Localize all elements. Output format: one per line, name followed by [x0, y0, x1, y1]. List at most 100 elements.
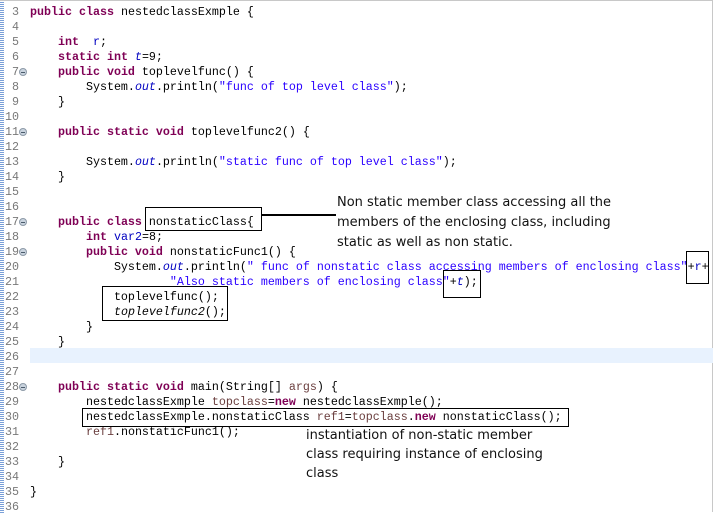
- line-number: 10: [4, 110, 19, 124]
- line-number: 15: [4, 185, 19, 199]
- code-line[interactable]: "Also static members of enclosing class"…: [30, 275, 478, 290]
- line-number: 25: [4, 335, 19, 349]
- code-line[interactable]: int var2=8;: [30, 230, 163, 245]
- code-line[interactable]: public static void main(String[] args) {: [30, 380, 338, 395]
- code-token: =: [267, 395, 275, 409]
- code-token: nestedclassExmple: [30, 395, 212, 409]
- line-number: 30: [4, 410, 19, 424]
- code-token: System.: [30, 260, 163, 274]
- code-token: .println(: [155, 155, 219, 169]
- code-token: }: [30, 95, 65, 109]
- line-number: 31: [4, 425, 19, 439]
- code-token: }: [30, 455, 65, 469]
- code-token: nestedclassExmple {: [120, 5, 254, 19]
- code-line[interactable]: static int t=9;: [30, 50, 163, 65]
- code-line[interactable]: }: [30, 335, 65, 350]
- code-line[interactable]: public class nestedclassExmple {: [30, 5, 254, 20]
- code-token: }: [30, 320, 93, 334]
- highlight-box-instantiation: [82, 408, 569, 427]
- annotation-line: static as well as non static.: [337, 235, 513, 250]
- annotation-line: Non static member class accessing all th…: [337, 195, 612, 210]
- line-number: 16: [4, 200, 19, 214]
- code-line[interactable]: System.out.println("static func of top l…: [30, 155, 457, 170]
- code-token: public static void: [57, 380, 184, 394]
- annotation-connector-line: [262, 214, 336, 216]
- line-number: 18: [4, 230, 19, 244]
- code-token: }: [30, 335, 65, 349]
- annotation-line: instantiation of non-static member: [306, 428, 533, 443]
- code-token: public class: [57, 215, 142, 229]
- line-number: 3: [11, 5, 19, 19]
- line-number: 28: [4, 380, 19, 394]
- code-token: }: [30, 170, 65, 184]
- line-number: 22: [4, 290, 19, 304]
- fold-collapse-icon[interactable]: [19, 128, 27, 136]
- code-line[interactable]: System.out.println(" func of nonstatic c…: [30, 260, 709, 275]
- code-line[interactable]: System.out.println("func of top level cl…: [30, 80, 408, 95]
- line-number: 26: [4, 350, 19, 364]
- line-number: 24: [4, 320, 19, 334]
- current-line-highlight: [30, 348, 713, 363]
- code-token: =9;: [141, 50, 163, 64]
- code-token: public static void: [57, 125, 184, 139]
- code-token: topclass: [211, 395, 268, 409]
- code-line[interactable]: public void nonstaticFunc1() {: [30, 245, 296, 260]
- fold-collapse-icon[interactable]: [19, 218, 27, 226]
- code-line[interactable]: }: [30, 485, 37, 500]
- annotation-nonstatic-access: Non static member class accessing all th…: [337, 193, 611, 253]
- code-line[interactable]: }: [30, 455, 65, 470]
- code-line[interactable]: ref1.nonstaticFunc1();: [30, 425, 240, 440]
- code-token: );: [393, 80, 408, 94]
- code-token: var2: [106, 230, 142, 244]
- code-token: );: [442, 155, 457, 169]
- code-token: public class: [30, 5, 114, 19]
- line-number: 29: [4, 395, 19, 409]
- line-number: 33: [4, 455, 19, 469]
- highlight-box-t-field: [443, 270, 481, 298]
- line-number: 4: [11, 20, 19, 34]
- code-token: out: [134, 155, 156, 169]
- code-token: =8;: [141, 230, 163, 244]
- highlight-box-r-field: [686, 251, 709, 284]
- code-line[interactable]: }: [30, 320, 93, 335]
- code-token: toplevelfunc() {: [134, 65, 254, 79]
- code-token: out: [134, 80, 156, 94]
- code-line[interactable]: public static void toplevelfunc2() {: [30, 125, 310, 140]
- line-number: 7: [11, 65, 19, 79]
- line-number: 12: [4, 140, 19, 154]
- line-number: 9: [11, 95, 19, 109]
- code-token: }: [30, 485, 37, 499]
- highlight-box-outer-method-calls: [102, 286, 228, 321]
- line-number: 17: [4, 215, 19, 229]
- code-token: toplevelfunc2() {: [183, 125, 310, 139]
- code-token: ref1: [85, 425, 114, 439]
- annotation-instantiation: instantiation of non-static member class…: [306, 426, 543, 483]
- line-number: 13: [4, 155, 19, 169]
- fold-collapse-icon[interactable]: [19, 68, 27, 76]
- code-line[interactable]: }: [30, 95, 65, 110]
- code-line[interactable]: public void toplevelfunc() {: [30, 65, 254, 80]
- line-number: 14: [4, 170, 19, 184]
- code-line[interactable]: }: [30, 170, 65, 185]
- code-token: nonstaticFunc1() {: [162, 245, 296, 259]
- code-token: new: [274, 395, 296, 409]
- code-token: System.: [30, 80, 135, 94]
- line-number: 8: [11, 80, 19, 94]
- code-token: int: [85, 230, 107, 244]
- code-token: ) {: [316, 380, 338, 394]
- fold-collapse-icon[interactable]: [19, 248, 27, 256]
- code-editor[interactable]: 3 public class nestedclassExmple {4 5 int …: [0, 0, 713, 514]
- code-line[interactable]: int r;: [30, 35, 107, 50]
- code-token: nestedclassExmple();: [295, 395, 443, 409]
- code-token: r: [85, 35, 100, 49]
- code-token: .println(: [155, 80, 219, 94]
- annotation-line: class requiring instance of enclosing: [306, 447, 543, 462]
- fold-collapse-icon[interactable]: [19, 383, 27, 391]
- line-number: 6: [11, 50, 19, 64]
